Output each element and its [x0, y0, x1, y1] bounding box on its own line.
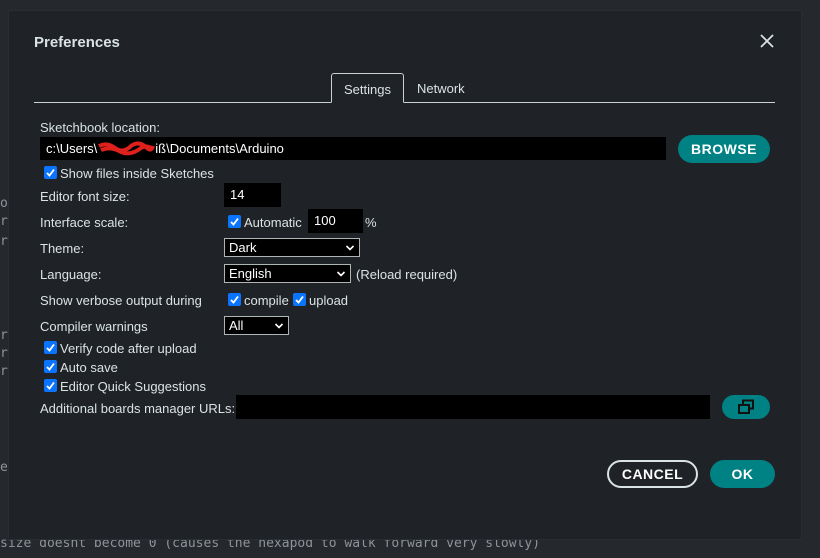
- scale-input[interactable]: 100: [308, 209, 363, 233]
- scale-unit: %: [365, 215, 377, 230]
- cancel-button[interactable]: CANCEL: [607, 460, 698, 488]
- auto-save-label: Auto save: [60, 360, 118, 375]
- compile-label: compile: [244, 293, 289, 308]
- close-icon: [760, 34, 774, 48]
- interface-scale-label: Interface scale:: [40, 215, 129, 230]
- font-size-label: Editor font size:: [40, 189, 130, 204]
- background-code-char: r: [0, 214, 8, 229]
- tab-network[interactable]: Network: [405, 73, 485, 103]
- background-code-char: r: [0, 346, 8, 361]
- automatic-scale-checkbox[interactable]: [228, 215, 241, 228]
- boards-urls-input[interactable]: [236, 395, 710, 419]
- check-icon: [230, 217, 239, 226]
- theme-select[interactable]: Dark: [224, 238, 360, 257]
- show-files-label: Show files inside Sketches: [60, 166, 214, 181]
- tab-label: Settings: [344, 82, 391, 97]
- window-restore-icon: [738, 399, 754, 414]
- check-icon: [230, 295, 239, 304]
- theme-label: Theme:: [40, 241, 85, 256]
- auto-save-checkbox[interactable]: [44, 360, 57, 373]
- background-code-char: r: [0, 328, 8, 343]
- quick-suggestions-checkbox[interactable]: [44, 379, 57, 392]
- reload-required-note: (Reload required): [356, 267, 458, 282]
- close-button[interactable]: [757, 31, 777, 51]
- check-icon: [46, 168, 55, 177]
- compiler-warnings-select[interactable]: All: [224, 316, 289, 335]
- preferences-tabs: Settings Network: [34, 73, 775, 103]
- redaction-scribble: [98, 141, 156, 156]
- browse-button[interactable]: BROWSE: [678, 135, 770, 163]
- quick-suggestions-label: Editor Quick Suggestions: [60, 379, 206, 394]
- verbose-output-label: Show verbose output during: [40, 293, 202, 308]
- compile-checkbox[interactable]: [228, 293, 241, 306]
- check-icon: [46, 381, 55, 390]
- sketchbook-path-prefix: c:\Users\: [46, 141, 98, 156]
- language-selected-value: English: [229, 266, 272, 281]
- check-icon: [295, 295, 304, 304]
- sketchbook-location-label: Sketchbook location:: [40, 120, 160, 135]
- upload-label: upload: [309, 293, 349, 308]
- font-size-input[interactable]: 14: [224, 183, 281, 207]
- background-code-char: r: [0, 234, 8, 249]
- background-code-char: o: [0, 196, 8, 211]
- theme-selected-value: Dark: [229, 240, 257, 255]
- ok-button[interactable]: OK: [710, 460, 775, 488]
- chevron-down-icon: [345, 245, 355, 251]
- tab-settings[interactable]: Settings: [331, 73, 404, 103]
- check-icon: [46, 343, 55, 352]
- automatic-label: Automatic: [244, 215, 302, 230]
- tab-divider: [34, 102, 775, 103]
- verify-after-upload-label: Verify code after upload: [60, 341, 197, 356]
- upload-checkbox[interactable]: [293, 293, 306, 306]
- chevron-down-icon: [274, 323, 284, 329]
- open-urls-editor-button[interactable]: [722, 395, 770, 419]
- compiler-warnings-label: Compiler warnings: [40, 319, 148, 334]
- language-label: Language:: [40, 267, 102, 282]
- preferences-dialog: Preferences Settings Network Sketchbook …: [8, 10, 802, 540]
- sketchbook-path-suffix: iß\Documents\Arduino: [155, 141, 284, 156]
- background-code-char: e: [0, 460, 8, 475]
- warnings-selected-value: All: [229, 318, 244, 333]
- show-files-checkbox[interactable]: [44, 166, 57, 179]
- boards-urls-label: Additional boards manager URLs:: [40, 401, 236, 416]
- check-icon: [46, 362, 55, 371]
- tab-label: Network: [417, 81, 465, 96]
- verify-after-upload-checkbox[interactable]: [44, 341, 57, 354]
- language-select[interactable]: English: [224, 264, 351, 283]
- sketchbook-location-input[interactable]: c:\Users\ iß\Documents\Arduino: [40, 137, 666, 160]
- chevron-down-icon: [336, 271, 346, 277]
- dialog-title: Preferences: [34, 34, 120, 51]
- background-code-char: r: [0, 364, 8, 379]
